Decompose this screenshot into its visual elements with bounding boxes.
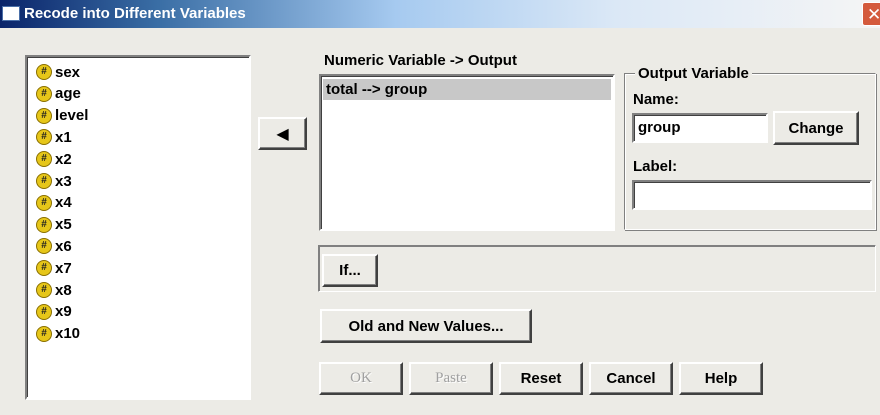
variable-name: x7: [55, 259, 72, 277]
cancel-button[interactable]: Cancel: [589, 362, 673, 395]
variable-name: age: [55, 85, 81, 103]
variable-name: x3: [55, 172, 72, 190]
numeric-variable-icon: #: [36, 260, 52, 277]
list-item[interactable]: # x3: [36, 171, 72, 191]
numeric-variable-icon: #: [36, 151, 52, 168]
list-item[interactable]: # x5: [36, 215, 72, 235]
variable-name: x5: [55, 216, 72, 234]
numeric-variable-icon: #: [36, 64, 52, 80]
close-button[interactable]: ✕: [862, 2, 880, 26]
numeric-variable-icon: #: [36, 194, 52, 211]
variable-name: x1: [55, 128, 72, 146]
numeric-variable-output-list[interactable]: total --> group: [319, 74, 615, 231]
name-input-value: group: [638, 119, 681, 136]
numeric-variable-icon: #: [36, 129, 52, 146]
numeric-variable-icon: #: [36, 216, 52, 233]
variable-name: x9: [55, 303, 72, 321]
numeric-variable-icon: #: [36, 85, 52, 102]
name-label: Name:: [633, 91, 679, 108]
list-item[interactable]: # x2: [36, 149, 72, 169]
output-variable-legend: Output Variable: [635, 65, 752, 82]
variable-name: x6: [55, 237, 72, 255]
title-bar[interactable]: Recode into Different Variables ✕: [0, 0, 880, 28]
if-button[interactable]: If...: [322, 254, 378, 287]
window-icon: [2, 6, 20, 21]
variable-name: x10: [55, 325, 81, 343]
list-item[interactable]: # level: [36, 106, 88, 126]
list-item[interactable]: # x6: [36, 236, 72, 256]
list-item[interactable]: # x7: [36, 258, 72, 278]
list-bottom-edge: [27, 397, 249, 400]
list-item[interactable]: # x10: [36, 324, 80, 344]
help-button[interactable]: Help: [679, 362, 763, 395]
arrow-left-icon: ◀: [276, 125, 289, 143]
list-item[interactable]: # sex: [36, 62, 80, 82]
variable-name: x2: [55, 150, 72, 168]
list-item[interactable]: # x9: [36, 302, 72, 322]
numeric-variable-icon: #: [36, 173, 52, 189]
name-input[interactable]: group: [632, 113, 768, 143]
variable-name: level: [55, 107, 89, 125]
list-item[interactable]: # x4: [36, 193, 72, 213]
numeric-variable-icon: #: [36, 282, 52, 298]
ok-button[interactable]: OK: [319, 362, 403, 395]
list-item[interactable]: total --> group: [323, 79, 611, 100]
variable-name: x4: [55, 194, 72, 212]
variable-name: x8: [55, 281, 72, 299]
numeric-variable-heading: Numeric Variable -> Output: [324, 52, 517, 69]
list-item[interactable]: # age: [36, 84, 81, 104]
window-title: Recode into Different Variables: [24, 5, 246, 22]
label-input[interactable]: [632, 180, 872, 210]
list-item[interactable]: # x1: [36, 127, 72, 147]
numeric-variable-icon: #: [36, 238, 52, 255]
if-panel: [318, 245, 876, 292]
old-and-new-values-button[interactable]: Old and New Values...: [320, 309, 532, 343]
reset-button[interactable]: Reset: [499, 362, 583, 395]
numeric-variable-icon: #: [36, 107, 52, 124]
change-button[interactable]: Change: [773, 111, 859, 145]
numeric-variable-icon: #: [36, 303, 52, 320]
numeric-variable-icon: #: [36, 325, 52, 342]
source-variable-list[interactable]: # sex # age # level # x1 # x2 # x3 # x4 # x5 # x6 # x7 # x8 # x…: [25, 55, 251, 400]
list-item[interactable]: # x8: [36, 280, 72, 300]
label-label: Label:: [633, 158, 678, 175]
move-variable-button[interactable]: ◀: [258, 117, 307, 150]
paste-button[interactable]: Paste: [409, 362, 493, 395]
variable-name: sex: [55, 63, 81, 81]
